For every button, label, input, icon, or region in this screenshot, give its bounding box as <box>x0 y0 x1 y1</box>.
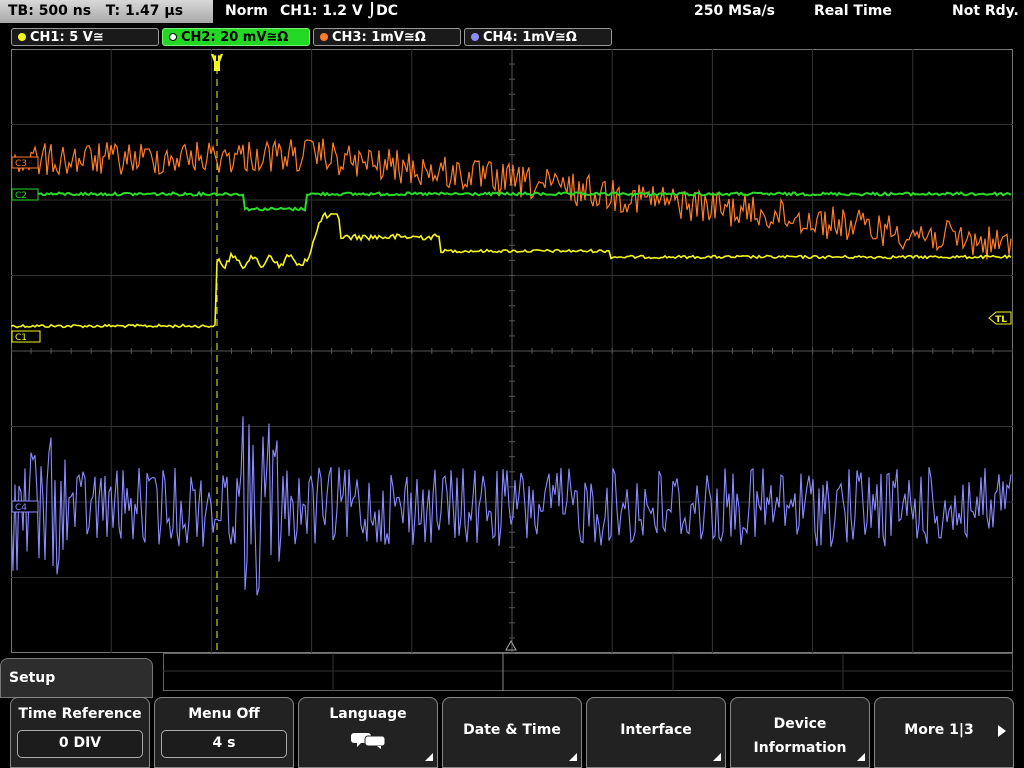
waveform-display[interactable]: T TL C1 C2 C3 C4 <box>11 49 1013 653</box>
channel-tab-ch4[interactable]: CH4: 1mV≅Ω <box>464 28 612 46</box>
speech-bubbles-icon <box>351 733 386 749</box>
svg-text:TL: TL <box>995 315 1007 325</box>
next-page-icon <box>998 725 1006 737</box>
softkey-label: Device <box>773 716 827 732</box>
language-softkey[interactable]: Language <box>298 697 438 768</box>
timebase-box[interactable]: TB: 500 ns T: 1.47 µs <box>0 0 213 23</box>
ch4-offset-marker[interactable]: C4 <box>11 500 39 513</box>
acquisition-mode[interactable]: Real Time <box>814 0 892 23</box>
ch3-offset-marker[interactable]: C3 <box>11 156 39 169</box>
ch4-color-dot <box>471 33 479 41</box>
channel-tab-ch1[interactable]: CH1: 5 V≅ <box>11 28 159 46</box>
more-softkey[interactable]: More 1|3 <box>874 697 1014 768</box>
ch3-waveform <box>11 138 1012 260</box>
ch3-color-dot <box>320 33 328 41</box>
channel-tab-label: CH1: 5 V≅ <box>30 30 104 45</box>
softkey-label: Interface <box>620 722 692 738</box>
softkey-label: More 1|3 <box>904 722 974 738</box>
softkey-label: Language <box>329 706 407 722</box>
softkey-label-line2: Information <box>753 740 847 756</box>
channel-tab-label: CH4: 1mV≅Ω <box>483 30 577 45</box>
svg-text:C1: C1 <box>15 333 27 343</box>
svg-text:T: T <box>214 53 221 64</box>
ready-state: Not Rdy. <box>952 3 1019 19</box>
menu-title: Setup <box>9 670 56 686</box>
trigger-time-marker[interactable]: T <box>211 53 223 71</box>
ch2-color-dot <box>169 33 177 41</box>
trigger-level-marker[interactable]: TL <box>988 311 1012 325</box>
ch1-offset-marker[interactable]: C1 <box>11 330 41 343</box>
time-reference-value[interactable]: 0 DIV <box>17 730 143 758</box>
center-position-marker <box>505 639 517 651</box>
svg-text:C3: C3 <box>15 159 27 169</box>
softkey-label: Menu Off <box>188 706 260 722</box>
ch2-waveform <box>11 190 1012 212</box>
date-time-softkey[interactable]: Date & Time <box>442 697 582 768</box>
timebase-value: TB: 500 ns <box>8 3 92 19</box>
trigger-mode[interactable]: Norm <box>225 0 268 23</box>
status-bar: TB: 500 ns T: 1.47 µs Norm CH1: 1.2 V ⌡D… <box>0 0 1024 24</box>
ch4-waveform <box>11 416 1012 596</box>
softkey-label: Time Reference <box>18 706 142 722</box>
menu-off-value[interactable]: 4 s <box>161 730 287 758</box>
menu-title-tab: Setup <box>0 658 153 698</box>
zoom-overview-strip[interactable] <box>163 653 1013 691</box>
submenu-indicator-icon <box>857 753 865 761</box>
graticule <box>11 49 1013 653</box>
svg-text:C2: C2 <box>15 191 27 201</box>
channel-tab-label: CH3: 1mV≅Ω <box>332 30 426 45</box>
interface-softkey[interactable]: Interface <box>586 697 726 768</box>
sample-rate: 250 MSa/s <box>694 3 776 19</box>
channel-tab-label: CH2: 20 mV≅Ω <box>181 30 289 45</box>
trigger-info[interactable]: CH1: 1.2 V ⌡DC <box>280 0 398 23</box>
submenu-indicator-icon <box>713 753 721 761</box>
submenu-indicator-icon <box>569 753 577 761</box>
svg-text:C4: C4 <box>15 503 27 513</box>
submenu-indicator-icon <box>425 753 433 761</box>
time-reference-softkey[interactable]: Time Reference 0 DIV <box>10 697 150 768</box>
ch1-color-dot <box>18 33 26 41</box>
device-information-softkey[interactable]: Device Information <box>730 697 870 768</box>
softkey-label: Date & Time <box>463 722 561 738</box>
trigger-time-value: T: 1.47 µs <box>105 3 184 19</box>
channel-tab-ch2[interactable]: CH2: 20 mV≅Ω <box>162 28 310 46</box>
channel-tab-ch3[interactable]: CH3: 1mV≅Ω <box>313 28 461 46</box>
ch2-offset-marker[interactable]: C2 <box>11 188 39 201</box>
menu-off-softkey[interactable]: Menu Off 4 s <box>154 697 294 768</box>
waveform-canvas: T TL C1 C2 C3 C4 <box>11 49 1013 653</box>
